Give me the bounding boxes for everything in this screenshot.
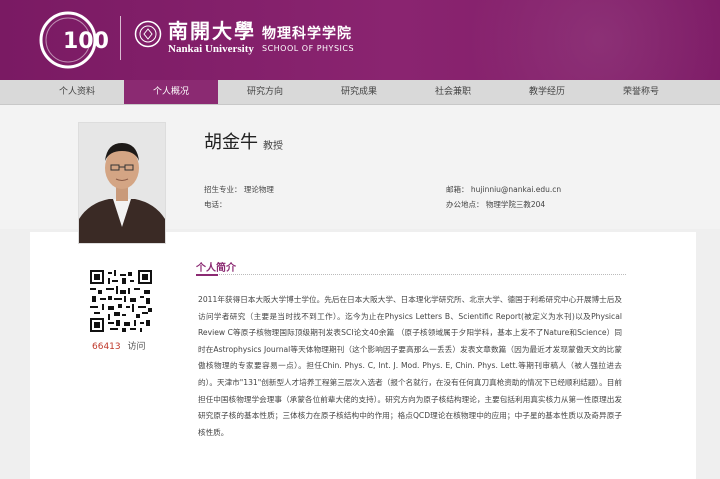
university-seal-icon	[134, 20, 162, 48]
major-row: 招生专业： 理论物理	[204, 184, 274, 195]
logo-divider	[120, 16, 121, 60]
office-row: 办公地点： 物理学院三教204	[446, 199, 545, 210]
centennial-logo-icon[interactable]: 100	[38, 10, 114, 70]
major-value: 理论物理	[243, 185, 274, 194]
profile-photo	[78, 122, 166, 244]
nav-item-overview[interactable]: 个人概况	[124, 80, 218, 104]
office-label: 办公地点：	[446, 200, 484, 209]
section-title: 个人简介	[196, 263, 236, 274]
email-row: 邮箱： hujinniu@nankai.edu.cn	[446, 184, 561, 195]
profile-name: 胡金牛	[204, 132, 258, 153]
email-label: 邮箱：	[446, 185, 469, 194]
section-divider	[196, 274, 626, 276]
centennial-logo-text: 100	[63, 29, 109, 54]
phone-label: 电话：	[204, 200, 227, 209]
person-portrait-icon	[79, 123, 165, 243]
school-name-en: SCHOOL OF PHYSICS	[262, 44, 355, 53]
email-value[interactable]: hujinniu@nankai.edu.cn	[471, 185, 561, 194]
phone-row: 电话：	[204, 199, 227, 210]
major-label: 招生专业：	[204, 185, 242, 194]
nav-item-research-direction[interactable]: 研究方向	[218, 80, 312, 104]
qr-code-icon	[90, 270, 152, 332]
header-decoration	[440, 0, 720, 80]
bio-text: 2011年获得日本大阪大学博士学位。先后在日本大阪大学、日本理化学研究所、北京大…	[198, 295, 622, 437]
nav-item-teaching[interactable]: 教学经历	[500, 80, 594, 104]
content-card: 66413 访问 个人简介 2011年获得日本大阪大学博士学位。先后在日本大阪大…	[30, 232, 696, 479]
visit-count: 66413	[92, 342, 121, 352]
nav-item-research-results[interactable]: 研究成果	[312, 80, 406, 104]
visit-label: 访问	[127, 342, 146, 352]
nav-item-social-roles[interactable]: 社会兼职	[406, 80, 500, 104]
profile-title: 教授	[263, 141, 283, 152]
site-header: 100 南開大學 Nankai University 物理科学学院 SCHOOL…	[0, 0, 720, 80]
university-name-en: Nankai University	[168, 43, 254, 55]
office-value: 物理学院三教204	[485, 200, 546, 209]
visit-counter: 66413 访问	[92, 339, 146, 352]
main-nav: 个人资料 个人概况 研究方向 研究成果 社会兼职 教学经历 荣誉称号	[0, 80, 720, 105]
school-name-cn: 物理科学学院	[262, 26, 352, 42]
nav-item-profile-data[interactable]: 个人资料	[30, 80, 124, 104]
nav-item-honors[interactable]: 荣誉称号	[594, 80, 688, 104]
university-name-cn: 南開大學	[168, 19, 256, 43]
